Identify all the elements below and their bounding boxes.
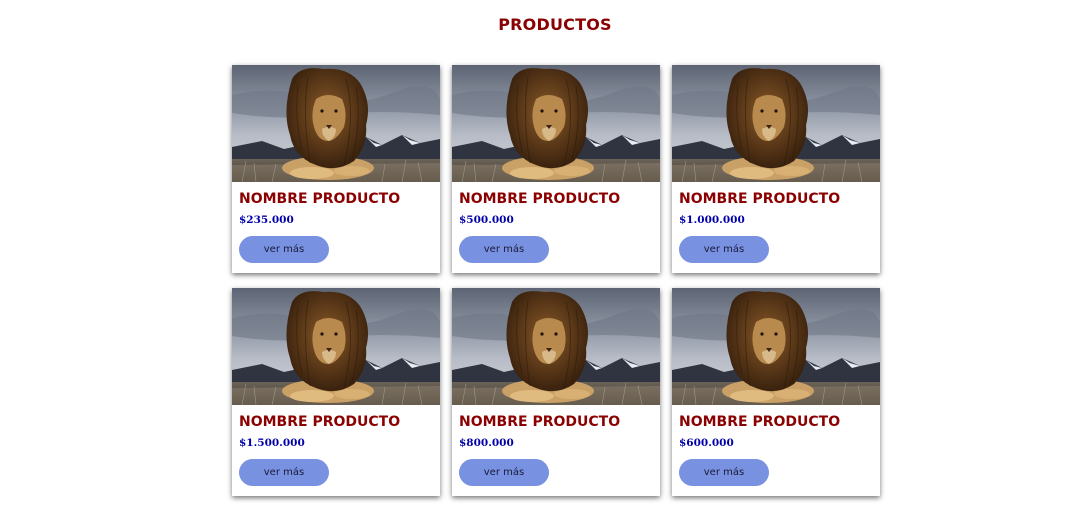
- product-card: NOMBRE PRODUCTO $600.000 ver más: [672, 288, 880, 496]
- view-more-button[interactable]: ver más: [459, 236, 549, 263]
- view-more-button[interactable]: ver más: [679, 459, 769, 486]
- product-name: NOMBRE PRODUCTO: [679, 191, 841, 207]
- product-price: $1.500.000: [239, 437, 305, 449]
- product-image: [672, 288, 880, 405]
- product-name: NOMBRE PRODUCTO: [679, 414, 841, 430]
- view-more-button[interactable]: ver más: [239, 236, 329, 263]
- product-name: NOMBRE PRODUCTO: [459, 191, 621, 207]
- product-image: [232, 288, 440, 405]
- view-more-button[interactable]: ver más: [459, 459, 549, 486]
- product-card: NOMBRE PRODUCTO $1.500.000 ver más: [232, 288, 440, 496]
- product-grid: NOMBRE PRODUCTO $235.000 ver más NOMBRE …: [232, 65, 880, 496]
- product-name: NOMBRE PRODUCTO: [239, 191, 401, 207]
- view-more-button[interactable]: ver más: [239, 459, 329, 486]
- product-price: $235.000: [239, 214, 294, 226]
- product-price: $800.000: [459, 437, 514, 449]
- product-image: [452, 65, 660, 182]
- product-card: NOMBRE PRODUCTO $500.000 ver más: [452, 65, 660, 273]
- product-name: NOMBRE PRODUCTO: [239, 414, 401, 430]
- product-card: NOMBRE PRODUCTO $235.000 ver más: [232, 65, 440, 273]
- product-price: $500.000: [459, 214, 514, 226]
- product-card: NOMBRE PRODUCTO $1.000.000 ver más: [672, 65, 880, 273]
- product-card: NOMBRE PRODUCTO $800.000 ver más: [452, 288, 660, 496]
- product-image: [452, 288, 660, 405]
- product-name: NOMBRE PRODUCTO: [459, 414, 621, 430]
- product-image: [672, 65, 880, 182]
- product-price: $600.000: [679, 437, 734, 449]
- product-price: $1.000.000: [679, 214, 745, 226]
- page-title: PRODUCTOS: [498, 15, 612, 34]
- view-more-button[interactable]: ver más: [679, 236, 769, 263]
- product-image: [232, 65, 440, 182]
